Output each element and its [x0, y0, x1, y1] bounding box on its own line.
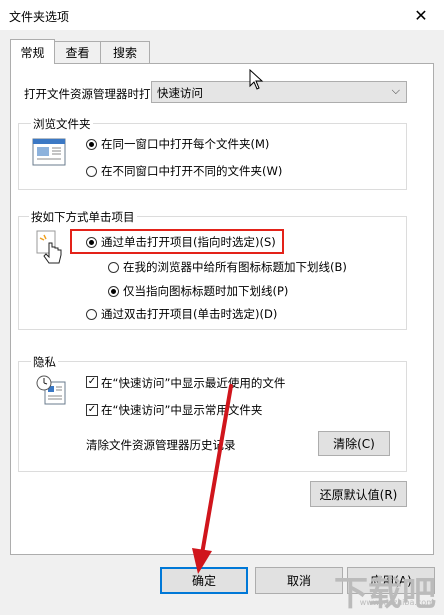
watermark-url: www.xiazaiba.com	[359, 598, 434, 607]
tab-label: 常规	[20, 45, 45, 60]
red-arrow-icon	[192, 384, 233, 574]
tab-general[interactable]: 常规	[10, 39, 55, 64]
watermark-logo: 下载吧	[334, 574, 436, 614]
